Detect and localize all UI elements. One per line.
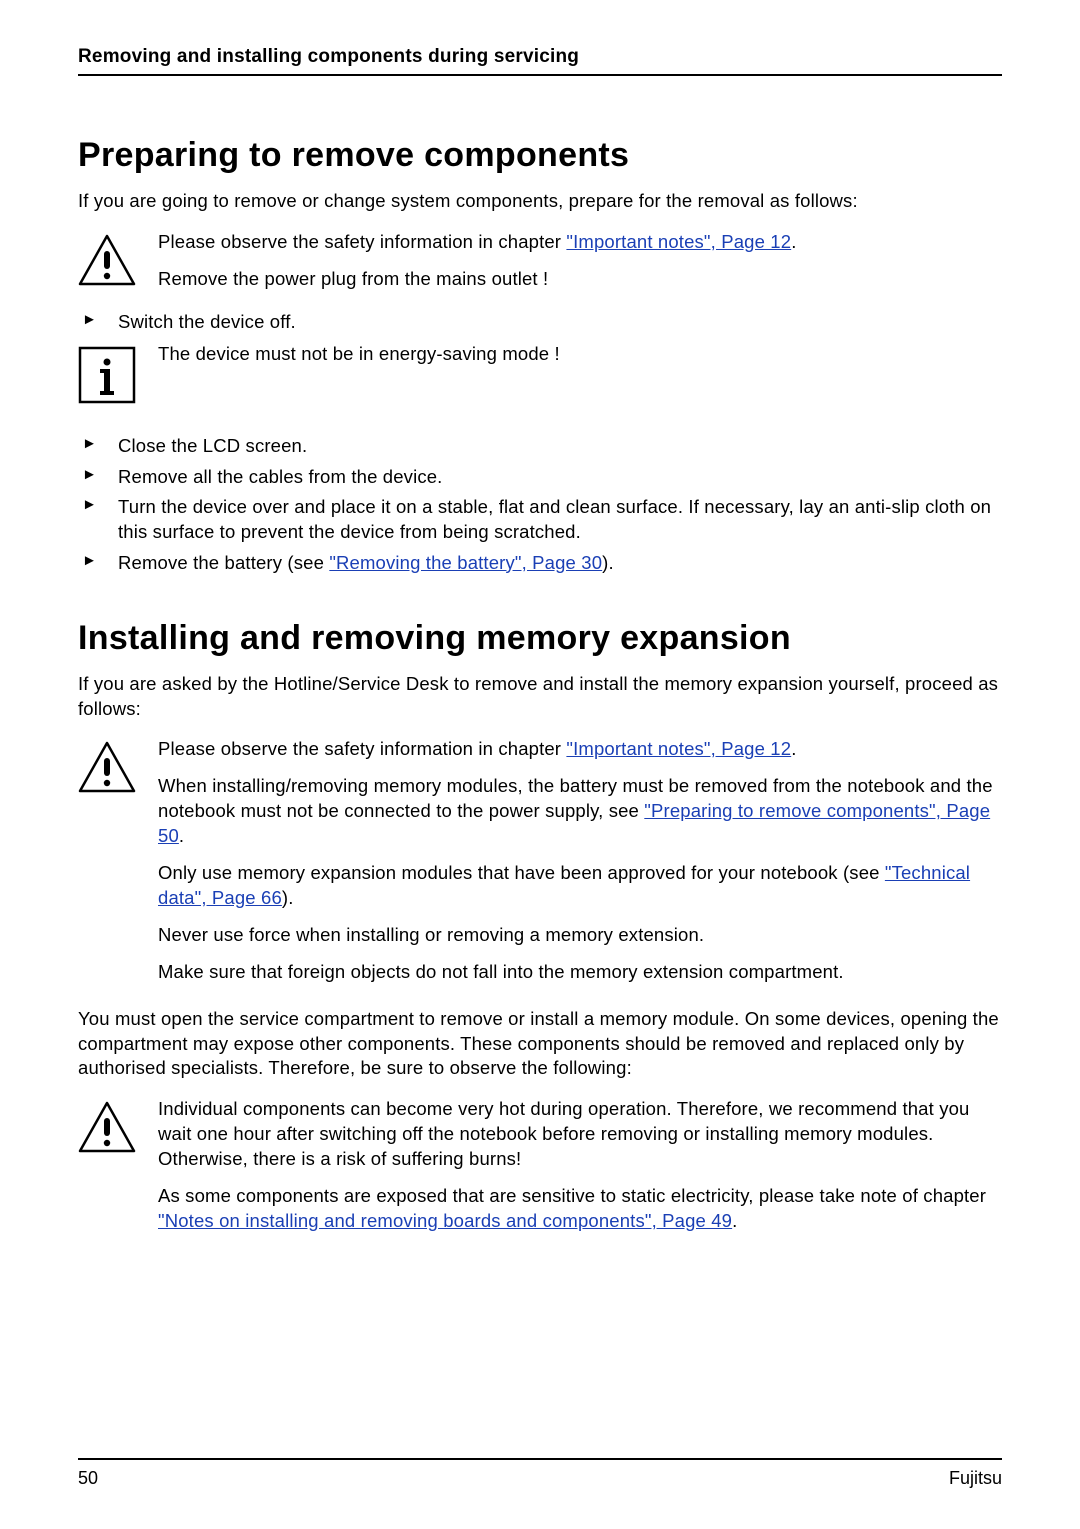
- w2p5: Make sure that foreign objects do not fa…: [158, 960, 1002, 985]
- step5-post: ).: [602, 552, 614, 573]
- header-title: Removing and installing components durin…: [78, 46, 1002, 68]
- warning-block-1: Please observe the safety information in…: [78, 230, 1002, 292]
- section1-heading: Preparing to remove components: [78, 136, 1002, 175]
- footer-rule: [78, 1458, 1002, 1460]
- w2p2-post: .: [179, 825, 184, 846]
- steps-list-1a: Switch the device off.: [78, 310, 1002, 335]
- warning-icon: [78, 230, 158, 292]
- warning-block-2: Please observe the safety information in…: [78, 737, 1002, 985]
- info-line: The device must not be in energy-saving …: [158, 342, 1002, 367]
- header-rule: [78, 74, 1002, 76]
- step-remove-battery: Remove the battery (see "Removing the ba…: [78, 551, 1002, 576]
- step-turn-device-over: Turn the device over and place it on a s…: [78, 495, 1002, 544]
- w3p1: Individual components can become very ho…: [158, 1097, 1002, 1172]
- w3p2-pre: As some components are exposed that are …: [158, 1185, 986, 1206]
- step5-pre: Remove the battery (see: [118, 552, 329, 573]
- info-icon: [78, 342, 158, 404]
- page-footer: 50 Fujitsu: [78, 1458, 1002, 1489]
- steps-list-1b: Close the LCD screen. Remove all the cab…: [78, 434, 1002, 575]
- link-important-notes-12[interactable]: "Important notes", Page 12: [566, 231, 791, 252]
- w2p4: Never use force when installing or remov…: [158, 923, 1002, 948]
- step-remove-cables: Remove all the cables from the device.: [78, 465, 1002, 490]
- w2p1-post: .: [791, 738, 796, 759]
- info1-content: The device must not be in energy-saving …: [158, 342, 1002, 404]
- warning3-content: Individual components can become very ho…: [158, 1097, 1002, 1234]
- link-removing-battery-30[interactable]: "Removing the battery", Page 30: [329, 552, 602, 573]
- w2p1-pre: Please observe the safety information in…: [158, 738, 566, 759]
- warning-block-3: Individual components can become very ho…: [78, 1097, 1002, 1234]
- w2p3-pre: Only use memory expansion modules that h…: [158, 862, 885, 883]
- step-switch-off: Switch the device off.: [78, 310, 1002, 335]
- step-close-lcd: Close the LCD screen.: [78, 434, 1002, 459]
- link-important-notes-12b[interactable]: "Important notes", Page 12: [566, 738, 791, 759]
- section1-intro: If you are going to remove or change sys…: [78, 189, 1002, 214]
- warning-icon: [78, 1097, 158, 1234]
- warn1-line2: Remove the power plug from the mains out…: [158, 267, 1002, 292]
- warning1-content: Please observe the safety information in…: [158, 230, 1002, 292]
- section2-body-para: You must open the service compartment to…: [78, 1007, 1002, 1081]
- brand-name: Fujitsu: [949, 1468, 1002, 1489]
- link-notes-boards-49[interactable]: "Notes on installing and removing boards…: [158, 1210, 732, 1231]
- section2-heading: Installing and removing memory expansion: [78, 619, 1002, 658]
- warn1-post: .: [791, 231, 796, 252]
- page-header: Removing and installing components durin…: [78, 46, 1002, 76]
- warning2-content: Please observe the safety information in…: [158, 737, 1002, 985]
- w3p2-post: .: [732, 1210, 737, 1231]
- page-number: 50: [78, 1468, 98, 1489]
- warning-icon: [78, 737, 158, 985]
- w2p3-post: ).: [282, 887, 294, 908]
- page: Removing and installing components durin…: [0, 0, 1080, 1529]
- info-block-1: The device must not be in energy-saving …: [78, 342, 1002, 404]
- warn1-pre: Please observe the safety information in…: [158, 231, 566, 252]
- section2-intro: If you are asked by the Hotline/Service …: [78, 672, 1002, 721]
